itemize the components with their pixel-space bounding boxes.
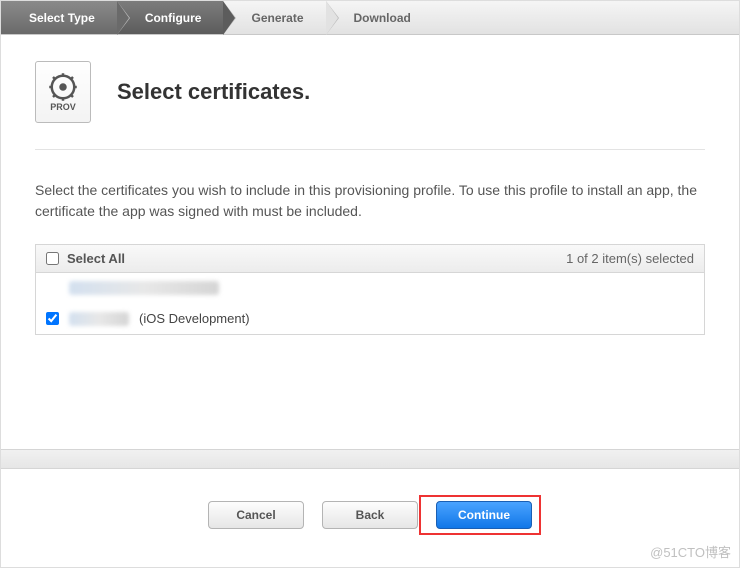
- certificate-row[interactable]: [36, 273, 704, 303]
- step-label: Select Type: [29, 11, 95, 25]
- step-select-type[interactable]: Select Type: [1, 1, 117, 34]
- step-configure[interactable]: Configure: [117, 1, 224, 34]
- step-download: Download: [326, 1, 433, 34]
- list-header: Select All 1 of 2 item(s) selected: [36, 245, 704, 273]
- provisioning-profile-icon: PROV: [35, 61, 91, 123]
- list-body[interactable]: (iOS Development): [36, 273, 704, 334]
- certificate-name-redacted: [69, 281, 219, 295]
- select-all-checkbox[interactable]: [46, 252, 59, 265]
- page-description: Select the certificates you wish to incl…: [35, 180, 705, 222]
- certificate-suffix: (iOS Development): [139, 311, 250, 326]
- certificate-checkbox[interactable]: [46, 312, 59, 325]
- certificate-list: Select All 1 of 2 item(s) selected (iOS …: [35, 244, 705, 335]
- step-label: Download: [354, 11, 411, 25]
- step-generate: Generate: [223, 1, 325, 34]
- selection-count: 1 of 2 item(s) selected: [566, 251, 694, 266]
- step-label: Generate: [251, 11, 303, 25]
- button-bar: Cancel Back Continue: [1, 501, 739, 529]
- icon-caption: PROV: [50, 102, 76, 112]
- certificate-name-redacted: [69, 312, 129, 326]
- back-button[interactable]: Back: [322, 501, 418, 529]
- page-header: PROV Select certificates.: [35, 61, 705, 150]
- footer-divider: [1, 449, 739, 469]
- certificate-row[interactable]: (iOS Development): [36, 303, 704, 334]
- step-label: Configure: [145, 11, 202, 25]
- continue-button[interactable]: Continue: [436, 501, 532, 529]
- page-title: Select certificates.: [117, 79, 310, 105]
- cancel-button[interactable]: Cancel: [208, 501, 304, 529]
- wizard-steps: Select Type Configure Generate Download: [1, 1, 739, 35]
- watermark: @51CTO博客: [650, 542, 731, 561]
- select-all-label: Select All: [67, 251, 125, 266]
